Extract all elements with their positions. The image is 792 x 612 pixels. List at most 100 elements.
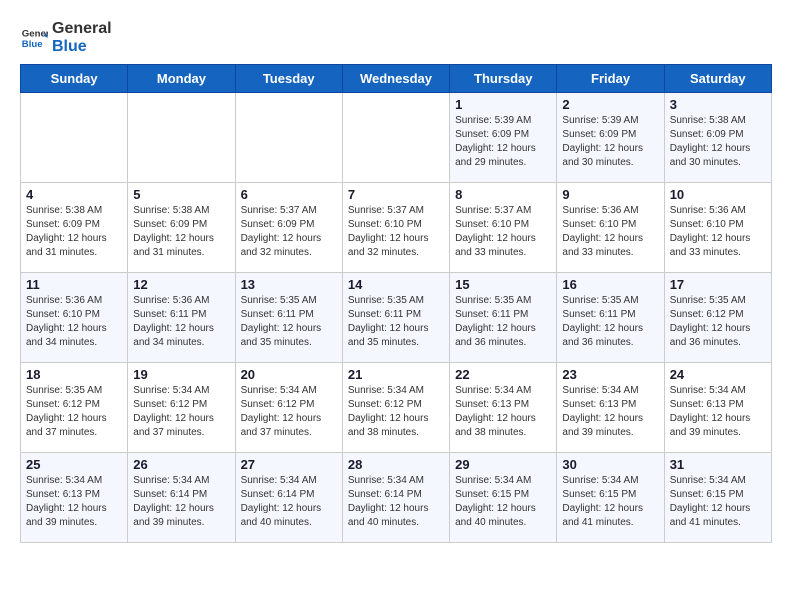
day-number: 2 bbox=[562, 97, 658, 112]
table-row: 14 Sunrise: 5:35 AMSunset: 6:11 PMDayligh… bbox=[342, 273, 449, 363]
day-info: Sunrise: 5:34 AMSunset: 6:14 PMDaylight:… bbox=[241, 474, 337, 530]
day-number: 9 bbox=[562, 187, 658, 202]
day-info: Sunrise: 5:37 AMSunset: 6:10 PMDaylight:… bbox=[455, 204, 551, 260]
table-row: 23 Sunrise: 5:34 AMSunset: 6:13 PMDayligh… bbox=[557, 363, 664, 453]
day-number: 7 bbox=[348, 187, 444, 202]
weekday-header-sunday: Sunday bbox=[21, 65, 128, 93]
day-number: 3 bbox=[670, 97, 766, 112]
table-row: 25 Sunrise: 5:34 AMSunset: 6:13 PMDayligh… bbox=[21, 453, 128, 543]
weekday-header-friday: Friday bbox=[557, 65, 664, 93]
day-number: 24 bbox=[670, 367, 766, 382]
day-number: 10 bbox=[670, 187, 766, 202]
weekday-header-row: SundayMondayTuesdayWednesdayThursdayFrid… bbox=[21, 65, 772, 93]
day-info: Sunrise: 5:36 AMSunset: 6:10 PMDaylight:… bbox=[562, 204, 658, 260]
day-info: Sunrise: 5:34 AMSunset: 6:14 PMDaylight:… bbox=[348, 474, 444, 530]
day-info: Sunrise: 5:34 AMSunset: 6:13 PMDaylight:… bbox=[26, 474, 122, 530]
day-info: Sunrise: 5:35 AMSunset: 6:12 PMDaylight:… bbox=[26, 384, 122, 440]
table-row: 27 Sunrise: 5:34 AMSunset: 6:14 PMDayligh… bbox=[235, 453, 342, 543]
svg-text:Blue: Blue bbox=[22, 39, 43, 50]
table-row: 26 Sunrise: 5:34 AMSunset: 6:14 PMDayligh… bbox=[128, 453, 235, 543]
weekday-header-thursday: Thursday bbox=[450, 65, 557, 93]
table-row: 17 Sunrise: 5:35 AMSunset: 6:12 PMDayligh… bbox=[664, 273, 771, 363]
week-row-5: 25 Sunrise: 5:34 AMSunset: 6:13 PMDayligh… bbox=[21, 453, 772, 543]
table-row: 5Sunrise: 5:38 AMSunset: 6:09 PMDaylight… bbox=[128, 183, 235, 273]
day-number: 14 bbox=[348, 277, 444, 292]
table-row bbox=[342, 93, 449, 183]
day-number: 22 bbox=[455, 367, 551, 382]
table-row bbox=[21, 93, 128, 183]
week-row-4: 18Sunrise: 5:35 AMSunset: 6:12 PMDayligh… bbox=[21, 363, 772, 453]
weekday-header-monday: Monday bbox=[128, 65, 235, 93]
day-info: Sunrise: 5:35 AMSunset: 6:11 PMDaylight:… bbox=[562, 294, 658, 350]
day-info: Sunrise: 5:34 AMSunset: 6:13 PMDaylight:… bbox=[562, 384, 658, 440]
table-row: 29Sunrise: 5:34 AMSunset: 6:15 PMDayligh… bbox=[450, 453, 557, 543]
day-number: 29 bbox=[455, 457, 551, 472]
table-row: 4Sunrise: 5:38 AMSunset: 6:09 PMDaylight… bbox=[21, 183, 128, 273]
table-row: 30 Sunrise: 5:34 AMSunset: 6:15 PMDayligh… bbox=[557, 453, 664, 543]
day-number: 28 bbox=[348, 457, 444, 472]
day-info: Sunrise: 5:34 AMSunset: 6:14 PMDaylight:… bbox=[133, 474, 229, 530]
table-row: 16Sunrise: 5:35 AMSunset: 6:11 PMDayligh… bbox=[557, 273, 664, 363]
table-row: 12Sunrise: 5:36 AMSunset: 6:11 PMDayligh… bbox=[128, 273, 235, 363]
day-number: 13 bbox=[241, 277, 337, 292]
table-row: 31 Sunrise: 5:34 AMSunset: 6:15 PMDayligh… bbox=[664, 453, 771, 543]
table-row: 11 Sunrise: 5:36 AMSunset: 6:10 PMDayligh… bbox=[21, 273, 128, 363]
table-row: 7 Sunrise: 5:37 AMSunset: 6:10 PMDaylight… bbox=[342, 183, 449, 273]
day-number: 12 bbox=[133, 277, 229, 292]
table-row: 24Sunrise: 5:34 AMSunset: 6:13 PMDayligh… bbox=[664, 363, 771, 453]
logo-icon: General Blue bbox=[20, 24, 48, 52]
day-number: 1 bbox=[455, 97, 551, 112]
logo-blue: Blue bbox=[52, 38, 87, 55]
table-row bbox=[128, 93, 235, 183]
week-row-3: 11 Sunrise: 5:36 AMSunset: 6:10 PMDayligh… bbox=[21, 273, 772, 363]
table-row bbox=[235, 93, 342, 183]
table-row: 8Sunrise: 5:37 AMSunset: 6:10 PMDaylight… bbox=[450, 183, 557, 273]
calendar-table: SundayMondayTuesdayWednesdayThursdayFrid… bbox=[20, 64, 772, 543]
table-row: 20 Sunrise: 5:34 AMSunset: 6:12 PMDayligh… bbox=[235, 363, 342, 453]
day-info: Sunrise: 5:39 AMSunset: 6:09 PMDaylight:… bbox=[455, 114, 551, 170]
table-row: 22 Sunrise: 5:34 AMSunset: 6:13 PMDayligh… bbox=[450, 363, 557, 453]
day-number: 30 bbox=[562, 457, 658, 472]
weekday-header-wednesday: Wednesday bbox=[342, 65, 449, 93]
table-row: 18Sunrise: 5:35 AMSunset: 6:12 PMDayligh… bbox=[21, 363, 128, 453]
day-info: Sunrise: 5:39 AMSunset: 6:09 PMDaylight:… bbox=[562, 114, 658, 170]
day-info: Sunrise: 5:34 AMSunset: 6:12 PMDaylight:… bbox=[348, 384, 444, 440]
day-number: 17 bbox=[670, 277, 766, 292]
svg-text:General: General bbox=[22, 28, 48, 39]
table-row: 21 Sunrise: 5:34 AMSunset: 6:12 PMDayligh… bbox=[342, 363, 449, 453]
day-number: 5 bbox=[133, 187, 229, 202]
day-number: 23 bbox=[562, 367, 658, 382]
day-number: 26 bbox=[133, 457, 229, 472]
day-number: 21 bbox=[348, 367, 444, 382]
table-row: 19Sunrise: 5:34 AMSunset: 6:12 PMDayligh… bbox=[128, 363, 235, 453]
day-info: Sunrise: 5:35 AMSunset: 6:11 PMDaylight:… bbox=[241, 294, 337, 350]
day-info: Sunrise: 5:35 AMSunset: 6:12 PMDaylight:… bbox=[670, 294, 766, 350]
day-info: Sunrise: 5:37 AMSunset: 6:09 PMDaylight:… bbox=[241, 204, 337, 260]
weekday-header-tuesday: Tuesday bbox=[235, 65, 342, 93]
day-number: 15 bbox=[455, 277, 551, 292]
logo-general: General bbox=[52, 20, 112, 37]
day-number: 20 bbox=[241, 367, 337, 382]
day-info: Sunrise: 5:36 AMSunset: 6:10 PMDaylight:… bbox=[26, 294, 122, 350]
table-row: 10 Sunrise: 5:36 AMSunset: 6:10 PMDayligh… bbox=[664, 183, 771, 273]
table-row: 15 Sunrise: 5:35 AMSunset: 6:11 PMDayligh… bbox=[450, 273, 557, 363]
day-number: 27 bbox=[241, 457, 337, 472]
day-info: Sunrise: 5:35 AMSunset: 6:11 PMDaylight:… bbox=[348, 294, 444, 350]
table-row: 9 Sunrise: 5:36 AMSunset: 6:10 PMDaylight… bbox=[557, 183, 664, 273]
logo: General Blue General Blue bbox=[20, 20, 112, 56]
day-info: Sunrise: 5:37 AMSunset: 6:10 PMDaylight:… bbox=[348, 204, 444, 260]
day-number: 11 bbox=[26, 277, 122, 292]
day-number: 31 bbox=[670, 457, 766, 472]
day-number: 4 bbox=[26, 187, 122, 202]
day-info: Sunrise: 5:34 AMSunset: 6:13 PMDaylight:… bbox=[455, 384, 551, 440]
day-info: Sunrise: 5:36 AMSunset: 6:10 PMDaylight:… bbox=[670, 204, 766, 260]
day-number: 19 bbox=[133, 367, 229, 382]
day-info: Sunrise: 5:34 AMSunset: 6:15 PMDaylight:… bbox=[562, 474, 658, 530]
day-info: Sunrise: 5:34 AMSunset: 6:12 PMDaylight:… bbox=[241, 384, 337, 440]
day-info: Sunrise: 5:35 AMSunset: 6:11 PMDaylight:… bbox=[455, 294, 551, 350]
table-row: 6Sunrise: 5:37 AMSunset: 6:09 PMDaylight… bbox=[235, 183, 342, 273]
week-row-1: 1 Sunrise: 5:39 AMSunset: 6:09 PMDaylight… bbox=[21, 93, 772, 183]
day-info: Sunrise: 5:34 AMSunset: 6:15 PMDaylight:… bbox=[670, 474, 766, 530]
table-row: 2 Sunrise: 5:39 AMSunset: 6:09 PMDaylight… bbox=[557, 93, 664, 183]
day-number: 25 bbox=[26, 457, 122, 472]
